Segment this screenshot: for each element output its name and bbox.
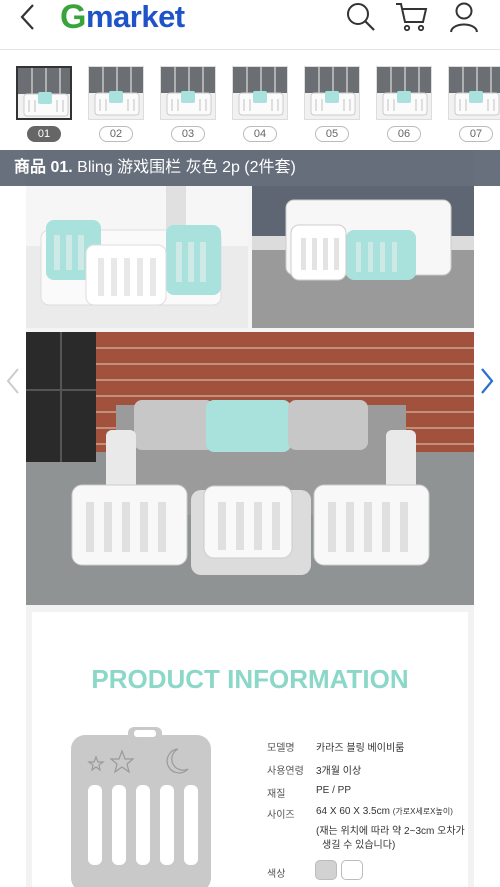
logo-text: market bbox=[85, 0, 185, 34]
top-header: Gmarket bbox=[0, 0, 500, 50]
spec-label-size: 사이즈 bbox=[267, 810, 295, 821]
thumbnail-image bbox=[232, 66, 288, 120]
thumbnail-strip: 01 02 03 04 05 06 07 bbox=[0, 52, 500, 150]
color-swatch-white[interactable] bbox=[341, 860, 363, 880]
spec-label-age: 사용연령 bbox=[267, 766, 304, 777]
search-icon bbox=[347, 3, 375, 31]
my-page-button[interactable] bbox=[446, 0, 482, 34]
spec-value-material: PE / PP bbox=[316, 785, 352, 796]
thumbnail-number: 04 bbox=[243, 126, 277, 142]
product-info-card: PRODUCT INFORMATION 모델명 카라즈 블링 베이비룸 사용연령… bbox=[32, 612, 468, 887]
prev-image-button[interactable] bbox=[0, 346, 26, 416]
thumbnail-image bbox=[160, 66, 216, 120]
thumbnail-01[interactable]: 01 bbox=[16, 66, 72, 146]
spec-label-model: 모델명 bbox=[267, 743, 295, 754]
cart-icon bbox=[396, 3, 428, 32]
thumbnail-number: 02 bbox=[99, 126, 133, 142]
playpen-photo-illustration bbox=[26, 186, 474, 605]
panel-illustration bbox=[71, 727, 211, 887]
thumbnail-image bbox=[16, 66, 72, 120]
spec-label-color: 색상 bbox=[267, 869, 286, 880]
spec-value-model: 카라즈 블링 베이비룸 bbox=[316, 743, 405, 754]
product-photo[interactable] bbox=[26, 150, 474, 605]
gmarket-logo[interactable]: Gmarket bbox=[60, 0, 185, 36]
thumbnail-04[interactable]: 04 bbox=[232, 66, 288, 146]
size-tolerance-note-2: 생길 수 있습니다) bbox=[322, 840, 396, 851]
thumbnail-02[interactable]: 02 bbox=[88, 66, 144, 146]
product-info-title: PRODUCT INFORMATION bbox=[91, 664, 409, 694]
chevron-left-icon bbox=[6, 368, 19, 394]
spec-value-age: 3개월 이상 bbox=[316, 766, 362, 777]
spec-label-material: 재질 bbox=[267, 789, 286, 800]
thumbnail-number: 06 bbox=[387, 126, 421, 142]
caption-prefix: 商品 01. bbox=[14, 159, 73, 176]
thumbnail-number: 07 bbox=[459, 126, 493, 142]
thumbnail-07[interactable]: 07 bbox=[448, 66, 500, 146]
thumbnail-05[interactable]: 05 bbox=[304, 66, 360, 146]
thumbnail-03[interactable]: 03 bbox=[160, 66, 216, 146]
thumbnail-image bbox=[304, 66, 360, 120]
next-image-button[interactable] bbox=[474, 346, 500, 416]
thumbnail-number: 05 bbox=[315, 126, 349, 142]
user-icon bbox=[450, 2, 478, 33]
thumbnail-image bbox=[376, 66, 432, 120]
thumbnail-number: 01 bbox=[27, 126, 61, 142]
caption-title: Bling 游戏围栏 灰色 2p (2件套) bbox=[72, 159, 296, 176]
thumbnail-image bbox=[448, 66, 500, 120]
back-button[interactable] bbox=[8, 0, 48, 34]
size-value: 64 X 60 X 3.5cm bbox=[316, 806, 390, 817]
back-icon bbox=[20, 4, 34, 30]
spec-value-size: 64 X 60 X 3.5cm (가로X세로X높이) bbox=[316, 806, 453, 817]
thumbnail-image bbox=[88, 66, 144, 120]
color-swatch-gray[interactable] bbox=[315, 860, 337, 880]
product-caption: 商品 01. Bling 游戏围栏 灰色 2p (2件套) bbox=[0, 150, 500, 186]
thumbnail-06[interactable]: 06 bbox=[376, 66, 432, 146]
logo-g: G bbox=[60, 0, 86, 36]
search-button[interactable] bbox=[343, 0, 379, 34]
thumbnail-number: 03 bbox=[171, 126, 205, 142]
chevron-right-icon bbox=[481, 368, 494, 394]
size-tolerance-note-1: (재는 위치에 따라 약 2~3cm 오차가 bbox=[316, 826, 465, 837]
cart-button[interactable] bbox=[394, 0, 430, 34]
size-unit-note: (가로X세로X높이) bbox=[392, 807, 453, 816]
